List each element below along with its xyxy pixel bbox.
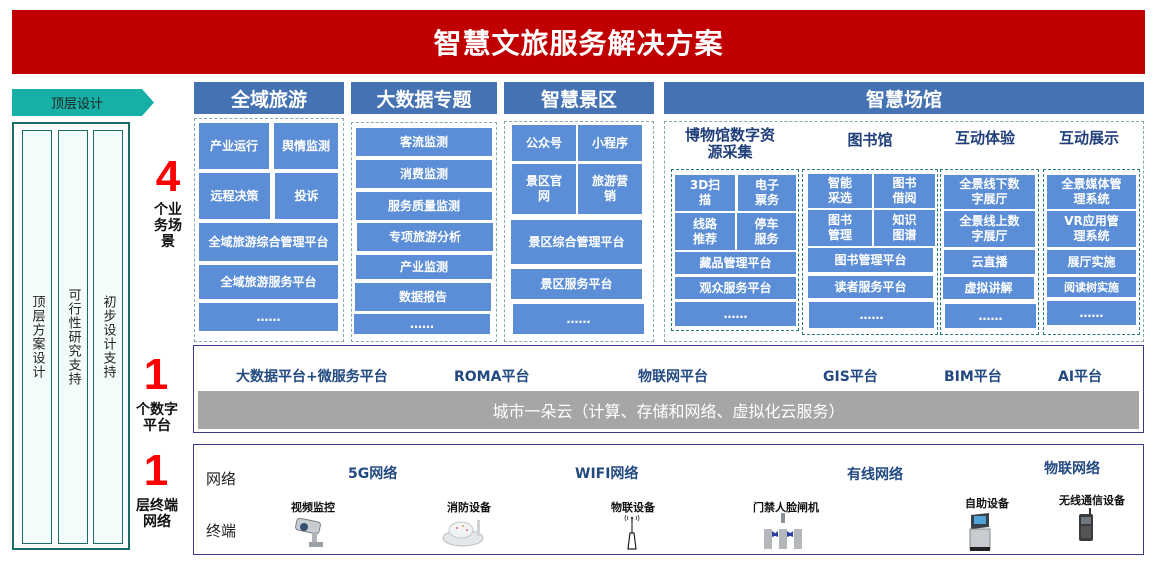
- cell-offline-hall[interactable]: 全景线下数字展厅: [944, 175, 1035, 209]
- page-title: 智慧文旅服务解决方案: [12, 10, 1145, 74]
- kiosk-icon: [967, 511, 993, 551]
- museum-panel: 3D扫描 电子票务 线路推荐 停车服务 藏品管理平台 观众服务平台 ……: [671, 169, 799, 331]
- camera-icon: [294, 517, 330, 550]
- cell-media-mgmt[interactable]: 全景媒体管理系统: [1047, 175, 1136, 209]
- device-fire-label: 消防设备: [447, 501, 491, 514]
- cell-online-hall[interactable]: 全景线上数字展厅: [944, 211, 1035, 247]
- cell-vr-mgmt[interactable]: VR应用管理系统: [1047, 211, 1136, 247]
- platform-roma[interactable]: ROMA平台: [454, 366, 529, 386]
- cell-tourism-marketing[interactable]: 旅游营销: [578, 164, 642, 214]
- terminal-row-label: 终端: [206, 522, 237, 540]
- platform-ai[interactable]: AI平台: [1058, 366, 1102, 386]
- cell-cloud-live[interactable]: 云直播: [944, 250, 1035, 274]
- column-feasibility-study: 可行性研究支持: [58, 130, 88, 544]
- display-title: 互动展示: [1058, 129, 1119, 147]
- platform-bigdata-microservice[interactable]: 大数据平台+微服务平台: [236, 366, 388, 386]
- turnstile-icon: [762, 513, 804, 549]
- cell-consumption[interactable]: 消费监测: [356, 160, 492, 188]
- library-panel: 智能采选 图书借阅 图书管理 知识图谱 图书管理平台 读者服务平台 ……: [802, 169, 938, 335]
- platform-iot[interactable]: 物联网平台: [638, 366, 708, 386]
- cell-3d-scan[interactable]: 3D扫描: [675, 175, 735, 211]
- experience-title: 互动体验: [954, 129, 1015, 147]
- cell-global-service-platform[interactable]: 全域旅游服务平台: [199, 265, 338, 299]
- layer-number-platform: 1: [143, 350, 169, 399]
- cell-more[interactable]: ……: [199, 303, 338, 331]
- device-iot-label: 物联设备: [611, 501, 655, 514]
- cell-route-recommend[interactable]: 线路推荐: [675, 213, 735, 250]
- column-preliminary-design: 初步设计支持: [93, 130, 123, 544]
- layer-number-scenarios: 4: [155, 152, 181, 201]
- cell-library-mgmt-platform[interactable]: 图书管理平台: [808, 248, 933, 272]
- top-design-header: 顶层设计: [12, 89, 154, 116]
- top-design-panel: 顶层方案设计 可行性研究支持 初步设计支持: [12, 122, 130, 550]
- iot-antenna-icon: [623, 514, 641, 551]
- cell-more[interactable]: ……: [675, 302, 796, 326]
- cell-hall-implement[interactable]: 展厅实施: [1047, 250, 1136, 274]
- cell-more[interactable]: ……: [1047, 301, 1136, 325]
- cell-reading-tree[interactable]: 阅读树实施: [1047, 277, 1136, 297]
- scenario-header-smart-venue: 智慧场馆: [664, 82, 1144, 114]
- cell-mini-program[interactable]: 小程序: [578, 125, 642, 161]
- cell-smart-selection[interactable]: 智能采选: [808, 174, 872, 208]
- cell-service-quality[interactable]: 服务质量监测: [356, 192, 492, 220]
- network-row-label: 网络: [206, 470, 237, 488]
- museum-title: 博物馆数字资源采集: [684, 126, 775, 161]
- scenario-panel-smart-scenic: 公众号 小程序 景区官网 旅游营销 景区综合管理平台 景区服务平台 ……: [504, 121, 654, 342]
- cell-scenic-website[interactable]: 景区官网: [512, 164, 576, 214]
- smoke-detector-icon: [441, 516, 485, 548]
- network-wired: 有线网络: [847, 467, 903, 483]
- cell-official-account[interactable]: 公众号: [512, 125, 576, 161]
- cell-visitor-flow[interactable]: 客流监测: [356, 128, 492, 156]
- network-wifi: WIFI网络: [575, 466, 639, 482]
- cell-data-report[interactable]: 数据报告: [355, 283, 491, 311]
- platform-bim[interactable]: BIM平台: [944, 366, 1002, 386]
- experience-panel: 全景线下数字展厅 全景线上数字展厅 云直播 虚拟讲解 ……: [940, 169, 1039, 335]
- cell-industry-operation[interactable]: 产业运行: [199, 123, 269, 169]
- cell-book-mgmt[interactable]: 图书管理: [808, 210, 872, 246]
- layer-label-platform: 个数字平台: [136, 402, 178, 434]
- device-kiosk-label: 自助设备: [965, 497, 1009, 510]
- layer-label-network: 层终端网络: [136, 498, 178, 530]
- layer-label-scenarios: 个业务场景: [154, 202, 182, 250]
- cell-e-ticket[interactable]: 电子票务: [738, 175, 796, 211]
- cell-collection-platform[interactable]: 藏品管理平台: [675, 252, 796, 274]
- cell-book-borrow[interactable]: 图书借阅: [874, 174, 935, 208]
- display-panel: 全景媒体管理系统 VR应用管理系统 展厅实施 阅读树实施 ……: [1043, 169, 1140, 335]
- cell-scenic-service-platform[interactable]: 景区服务平台: [511, 269, 642, 299]
- column-top-level-design: 顶层方案设计: [22, 130, 52, 544]
- scenario-header-global-tourism: 全域旅游: [194, 82, 344, 114]
- radio-icon: [1078, 508, 1094, 542]
- cell-special-analysis[interactable]: 专项旅游分析: [357, 223, 493, 251]
- platform-gis[interactable]: GIS平台: [823, 366, 878, 386]
- scenario-panel-global-tourism: 产业运行 舆情监测 远程决策 投诉 全域旅游综合管理平台 全域旅游服务平台 ……: [194, 118, 344, 342]
- cell-virtual-guide[interactable]: 虚拟讲解: [943, 277, 1034, 299]
- scenario-header-smart-scenic: 智慧景区: [504, 82, 654, 114]
- scenario-header-big-data: 大数据专题: [351, 82, 497, 114]
- library-title: 图书馆: [847, 131, 893, 149]
- cell-more[interactable]: ……: [513, 304, 644, 334]
- scenario-panel-big-data: 客流监测 消费监测 服务质量监测 专项旅游分析 产业监测 数据报告 ……: [351, 122, 497, 342]
- cell-remote-decision[interactable]: 远程决策: [199, 173, 270, 219]
- network-iot: 物联网络: [1044, 461, 1100, 477]
- network-5g: 5G网络: [348, 466, 398, 482]
- cell-reader-platform[interactable]: 读者服务平台: [808, 276, 933, 298]
- city-cloud-bar: 城市一朵云（计算、存储和网络、虚拟化云服务）: [198, 391, 1139, 429]
- cell-more[interactable]: ……: [354, 314, 490, 334]
- cell-scenic-mgmt-platform[interactable]: 景区综合管理平台: [511, 220, 642, 264]
- device-radio-label: 无线通信设备: [1059, 494, 1125, 507]
- cell-global-mgmt-platform[interactable]: 全域旅游综合管理平台: [199, 223, 338, 261]
- cell-audience-platform[interactable]: 观众服务平台: [675, 277, 796, 299]
- cell-parking[interactable]: 停车服务: [737, 213, 796, 250]
- cell-industry-monitor[interactable]: 产业监测: [356, 255, 492, 279]
- cell-complaint[interactable]: 投诉: [275, 173, 338, 219]
- layer-number-network: 1: [143, 446, 169, 495]
- device-video-label: 视频监控: [291, 501, 335, 514]
- cell-public-opinion[interactable]: 舆情监测: [274, 123, 338, 169]
- cell-more[interactable]: ……: [945, 304, 1036, 328]
- cell-knowledge-graph[interactable]: 知识图谱: [874, 210, 935, 246]
- cell-more[interactable]: ……: [809, 302, 934, 328]
